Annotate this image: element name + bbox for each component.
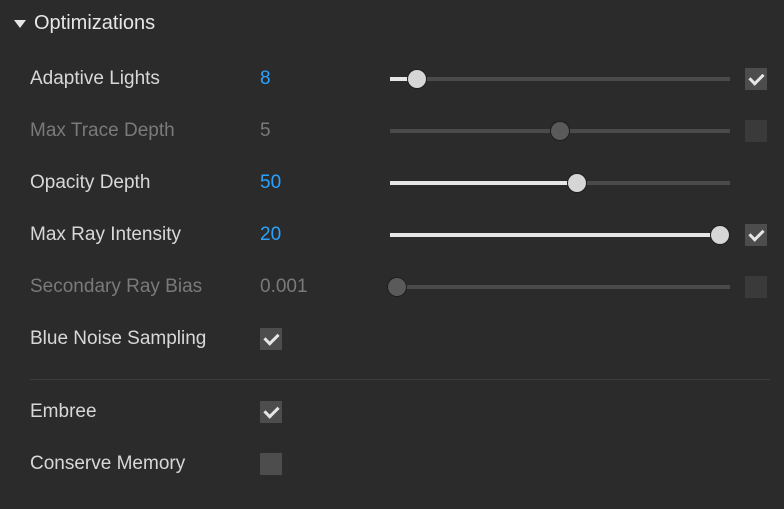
param-value[interactable]: 8	[260, 68, 390, 90]
param-row-secondary-ray-bias: Secondary Ray Bias0.001	[14, 261, 770, 313]
param-slider[interactable]	[390, 53, 742, 105]
slider-thumb-icon[interactable]	[711, 226, 729, 244]
param-value[interactable]: 0.001	[260, 276, 390, 298]
param-label: Max Trace Depth	[30, 120, 260, 142]
param-row-opacity-depth: Opacity Depth50	[14, 157, 770, 209]
param-slider[interactable]	[390, 157, 742, 209]
param-label: Blue Noise Sampling	[30, 328, 260, 350]
param-checkbox[interactable]	[745, 68, 767, 90]
param-slider	[390, 105, 742, 157]
param-checkbox[interactable]	[260, 401, 282, 423]
caret-down-icon	[14, 20, 26, 28]
slider-thumb-icon[interactable]	[408, 70, 426, 88]
divider	[30, 379, 770, 380]
slider-thumb-icon	[551, 122, 569, 140]
param-row-embree: Embree	[14, 386, 770, 438]
param-label: Max Ray Intensity	[30, 224, 260, 246]
param-row-conserve-memory: Conserve Memory	[14, 438, 770, 490]
param-checkbox[interactable]	[260, 328, 282, 350]
section-header[interactable]: Optimizations	[14, 12, 770, 35]
slider-thumb-icon[interactable]	[568, 174, 586, 192]
param-label: Embree	[30, 401, 260, 423]
param-row-blue-noise: Blue Noise Sampling	[14, 313, 770, 365]
param-checkbox	[745, 120, 767, 142]
param-value[interactable]: 20	[260, 224, 390, 246]
param-value[interactable]: 50	[260, 172, 390, 194]
param-slider[interactable]	[390, 209, 742, 261]
param-row-max-ray-intensity: Max Ray Intensity20	[14, 209, 770, 261]
param-value[interactable]: 5	[260, 120, 390, 142]
param-checkbox[interactable]	[745, 224, 767, 246]
param-label: Conserve Memory	[30, 453, 260, 475]
param-label: Adaptive Lights	[30, 68, 260, 90]
param-checkbox[interactable]	[260, 453, 282, 475]
param-row-max-trace-depth: Max Trace Depth5	[14, 105, 770, 157]
param-checkbox	[745, 276, 767, 298]
param-label: Opacity Depth	[30, 172, 260, 194]
param-slider	[390, 261, 742, 313]
slider-thumb-icon	[388, 278, 406, 296]
param-row-adaptive-lights: Adaptive Lights8	[14, 53, 770, 105]
section-title: Optimizations	[34, 12, 155, 35]
param-label: Secondary Ray Bias	[30, 276, 260, 298]
